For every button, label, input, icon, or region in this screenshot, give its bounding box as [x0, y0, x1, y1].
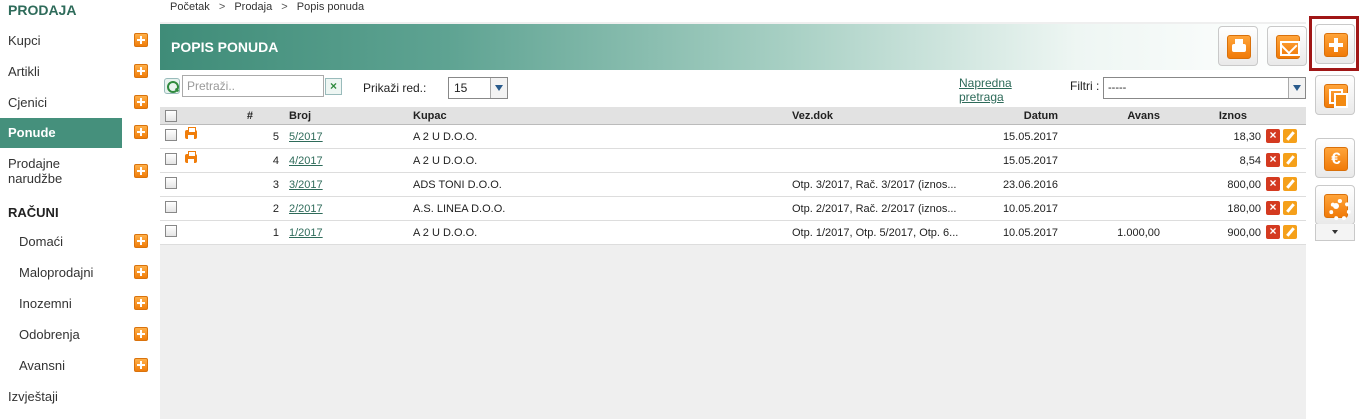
gear-icon	[1324, 194, 1351, 221]
print-button[interactable]	[1218, 26, 1258, 66]
edit-icon[interactable]	[1283, 177, 1297, 191]
envelope-icon	[1276, 35, 1300, 59]
sidebar-item-label: Odobrenja	[19, 327, 80, 342]
cell-vez-dok: Otp. 1/2017, Otp. 5/2017, Otp. 6...	[792, 227, 959, 239]
printer-icon[interactable]	[185, 127, 197, 139]
row-checkbox[interactable]	[165, 201, 177, 213]
row-checkbox[interactable]	[165, 129, 177, 141]
edit-icon[interactable]	[1283, 201, 1297, 215]
page-title: POPIS PONUDA	[171, 39, 279, 55]
offers-table: # Broj Kupac Vez.dok Datum Avans Iznos 5…	[160, 107, 1306, 245]
sidebar-item-label: Artikli	[8, 64, 40, 79]
sidebar-item-label: Cjenici	[8, 95, 48, 110]
breadcrumb-separator: >	[281, 1, 288, 13]
row-checkbox[interactable]	[165, 177, 177, 189]
filter-label: Filtri :	[1070, 79, 1100, 93]
filter-select[interactable]: -----	[1103, 77, 1306, 99]
sidebar-item-label: Inozemni	[19, 296, 72, 311]
delete-icon[interactable]: ×	[1266, 225, 1280, 239]
rows-per-page-select[interactable]: 15	[448, 77, 508, 99]
select-all-checkbox[interactable]	[165, 110, 177, 122]
add-inozemni-icon[interactable]	[134, 296, 148, 310]
euro-icon: €	[1324, 147, 1348, 171]
cell-iznos: 900,00	[1227, 227, 1261, 239]
add-narudzbe-icon[interactable]	[134, 164, 148, 178]
table-row[interactable]: 2 2/2017 A.S. LINEA D.O.O. Otp. 2/2017, …	[160, 197, 1306, 221]
row-checkbox[interactable]	[165, 153, 177, 165]
sidebar-heading-racuni: RAČUNI	[8, 205, 59, 220]
table-row[interactable]: 4 4/2017 A 2 U D.O.O. 15.05.2017 8,54 ×	[160, 149, 1306, 173]
sidebar-item-label: Izvještaji	[8, 389, 58, 404]
table-row[interactable]: 5 5/2017 A 2 U D.O.O. 15.05.2017 18,30 ×	[160, 125, 1306, 149]
cell-broj-link[interactable]: 1/2017	[289, 227, 323, 250]
table-row[interactable]: 3 3/2017 ADS TONI D.O.O. Otp. 3/2017, Ra…	[160, 173, 1306, 197]
table-header: # Broj Kupac Vez.dok Datum Avans Iznos	[160, 107, 1306, 125]
add-maloprodajni-icon[interactable]	[134, 265, 148, 279]
edit-icon[interactable]	[1283, 129, 1297, 143]
sidebar-item-label: Avansni	[19, 358, 66, 373]
add-cjenici-icon[interactable]	[134, 95, 148, 109]
payment-button[interactable]: €	[1315, 138, 1355, 178]
chevron-down-icon	[1288, 78, 1305, 98]
sidebar-item-izvjestaji[interactable]: Izvještaji	[0, 382, 160, 412]
add-button-highlight	[1309, 16, 1359, 71]
printer-icon	[1227, 35, 1251, 59]
email-button[interactable]	[1267, 26, 1307, 66]
copy-icon	[1324, 84, 1348, 108]
chevron-down-icon	[490, 78, 507, 98]
add-avansni-icon[interactable]	[134, 358, 148, 372]
sidebar: PRODAJA Kupci Artikli Cjenici Ponude Pro…	[0, 0, 160, 419]
breadcrumb-separator: >	[218, 1, 226, 13]
delete-icon[interactable]: ×	[1266, 177, 1280, 191]
settings-dropdown-toggle[interactable]	[1315, 224, 1355, 241]
filter-value: -----	[1108, 82, 1127, 94]
breadcrumb-prodaja[interactable]: Prodaja	[234, 1, 272, 13]
edit-icon[interactable]	[1283, 153, 1297, 167]
edit-icon[interactable]	[1283, 225, 1297, 239]
sidebar-item-label: Prodajne narudžbe	[8, 156, 63, 186]
search-icon[interactable]	[164, 78, 180, 94]
title-bar: POPIS PONUDA	[160, 24, 1306, 70]
add-odobrenja-icon[interactable]	[134, 327, 148, 341]
breadcrumb-home[interactable]: Početak	[170, 1, 210, 13]
cell-datum: 10.05.2017	[1002, 227, 1058, 239]
sidebar-item-label: Ponude	[8, 125, 56, 140]
cell-kupac: A 2 U D.O.O.	[413, 227, 478, 239]
cell-avans: 1.000,00	[1117, 227, 1160, 239]
sidebar-item-label: Kupci	[8, 33, 41, 48]
copy-button[interactable]	[1315, 75, 1355, 115]
table-row[interactable]: 1 1/2017 A 2 U D.O.O. Otp. 1/2017, Otp. …	[160, 221, 1306, 245]
add-kupci-icon[interactable]	[134, 33, 148, 47]
search-input[interactable]	[182, 75, 324, 97]
list-toolbar: × Prikaži red.: 15 Napredna pretraga Fil…	[160, 73, 1306, 107]
breadcrumb-current: Popis ponuda	[296, 1, 365, 13]
main-content: Početak > Prodaja > Popis ponuda POPIS P…	[160, 0, 1306, 419]
rows-label: Prikaži red.:	[363, 81, 427, 95]
delete-icon[interactable]: ×	[1266, 153, 1280, 167]
sidebar-item-label: Maloprodajni	[19, 265, 94, 280]
row-checkbox[interactable]	[165, 225, 177, 237]
sidebar-heading-prodaja: PRODAJA	[8, 2, 77, 18]
add-artikli-icon[interactable]	[134, 64, 148, 78]
cell-num: 1	[272, 227, 279, 239]
settings-button[interactable]	[1315, 185, 1355, 225]
rows-per-page-value: 15	[454, 81, 468, 95]
add-ponude-icon[interactable]	[134, 125, 148, 139]
delete-icon[interactable]: ×	[1266, 129, 1280, 143]
add-domaci-icon[interactable]	[134, 234, 148, 248]
clear-search-button[interactable]: ×	[325, 78, 342, 95]
delete-icon[interactable]: ×	[1266, 201, 1280, 215]
sidebar-item-ponude[interactable]: Ponude	[0, 118, 122, 148]
breadcrumb: Početak > Prodaja > Popis ponuda	[160, 0, 1306, 22]
printer-icon[interactable]	[185, 151, 197, 163]
sidebar-item-label: Domaći	[19, 234, 64, 249]
advanced-search-link[interactable]: Napredna pretraga	[959, 76, 1029, 104]
